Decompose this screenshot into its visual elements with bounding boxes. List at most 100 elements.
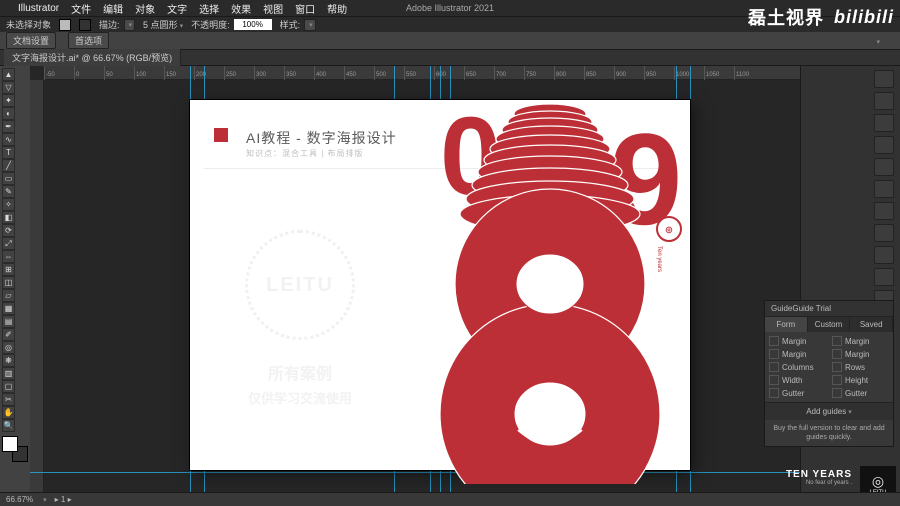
- ruler-tick: 1050: [704, 66, 734, 80]
- guideguide-tab-custom[interactable]: Custom: [808, 317, 851, 332]
- eraser-tool[interactable]: ◧: [2, 211, 15, 224]
- mesh-tool[interactable]: ▦: [2, 302, 15, 315]
- stroke-group: 描边:: [99, 18, 135, 31]
- field-icon: [769, 336, 779, 346]
- document-tab[interactable]: 文字海报设计.ai* @ 66.67% (RGB/预览): [4, 49, 181, 66]
- menu-edit[interactable]: 编辑: [103, 1, 123, 16]
- blend-tool[interactable]: ◎: [2, 341, 15, 354]
- layers-panel-icon[interactable]: [874, 92, 894, 110]
- stroke-weight-menu[interactable]: [124, 19, 136, 31]
- document-setup-button[interactable]: 文档设置: [6, 32, 56, 49]
- guideguide-field[interactable]: Width: [769, 375, 826, 385]
- stroke-panel-icon[interactable]: [874, 224, 894, 242]
- guideguide-tab-saved[interactable]: Saved: [850, 317, 893, 332]
- guideguide-field[interactable]: Rows: [832, 362, 889, 372]
- paintbrush-tool[interactable]: ✎: [2, 185, 15, 198]
- guideguide-field[interactable]: Columns: [769, 362, 826, 372]
- brushes-panel-icon[interactable]: [874, 180, 894, 198]
- guideguide-field[interactable]: Margin: [769, 349, 826, 359]
- slice-tool[interactable]: ✂: [2, 393, 15, 406]
- align-menu[interactable]: [874, 36, 880, 46]
- zoom-level[interactable]: 66.67%: [6, 495, 33, 504]
- ruler-tick: 200: [194, 66, 224, 80]
- hand-tool[interactable]: ✋: [2, 406, 15, 419]
- menu-window[interactable]: 窗口: [295, 1, 315, 16]
- toolbox: ▲ ▽ ✦ ◐ ✒ ∿ T ╱ ▭ ✎ ✧ ◧ ⟳ ⤢ ⇔ ⊞ ◫ ▱ ▦ ▤ …: [0, 66, 30, 492]
- field-label: Margin: [782, 337, 806, 346]
- gradient-panel-icon[interactable]: [874, 246, 894, 264]
- guideguide-field[interactable]: Gutter: [769, 388, 826, 398]
- swatches-panel-icon[interactable]: [874, 158, 894, 176]
- stroke-swatch[interactable]: [79, 19, 91, 31]
- guideguide-field[interactable]: Height: [832, 375, 889, 385]
- menu-file[interactable]: 文件: [71, 1, 91, 16]
- fill-stroke-swatches[interactable]: [2, 436, 28, 462]
- curvature-tool[interactable]: ∿: [2, 133, 15, 146]
- ruler-tick: 850: [584, 66, 614, 80]
- properties-panel-icon[interactable]: [874, 70, 894, 88]
- type-tool[interactable]: T: [2, 146, 15, 159]
- opacity-input[interactable]: [234, 19, 272, 30]
- transparency-panel-icon[interactable]: [874, 268, 894, 286]
- status-bar: 66.67% ▸ 1 ▸: [0, 492, 900, 506]
- eyedropper-tool[interactable]: ✐: [2, 328, 15, 341]
- perspective-tool[interactable]: ▱: [2, 289, 15, 302]
- zoom-menu[interactable]: [41, 495, 47, 504]
- line-tool[interactable]: ╱: [2, 159, 15, 172]
- magic-wand-tool[interactable]: ✦: [2, 94, 15, 107]
- fill-color[interactable]: [2, 436, 18, 452]
- color-panel-icon[interactable]: [874, 136, 894, 154]
- ruler-vertical[interactable]: [30, 80, 44, 492]
- canvas[interactable]: -500501001502002503003504004505005506006…: [30, 66, 800, 492]
- guideguide-field[interactable]: Gutter: [832, 388, 889, 398]
- menu-type[interactable]: 文字: [167, 1, 187, 16]
- zoom-tool[interactable]: 🔍: [2, 419, 15, 432]
- menu-help[interactable]: 帮助: [327, 1, 347, 16]
- opacity-label: 不透明度:: [191, 18, 230, 31]
- symbol-sprayer-tool[interactable]: ❋: [2, 354, 15, 367]
- lasso-tool[interactable]: ◐: [2, 107, 15, 120]
- ruler-tick: 800: [554, 66, 584, 80]
- menu-object[interactable]: 对象: [135, 1, 155, 16]
- scale-tool[interactable]: ⤢: [2, 237, 15, 250]
- guideguide-title[interactable]: GuideGuide Trial: [765, 301, 893, 317]
- fill-swatch[interactable]: [59, 19, 71, 31]
- shape-builder-tool[interactable]: ◫: [2, 276, 15, 289]
- app-menu-name[interactable]: Illustrator: [18, 3, 59, 14]
- number-blend-artwork[interactable]: 0 9: [400, 94, 730, 484]
- laurel-badge-icon: LEITU: [245, 230, 355, 340]
- width-tool[interactable]: ⇔: [2, 250, 15, 263]
- preferences-button[interactable]: 首选项: [68, 32, 109, 49]
- pen-tool[interactable]: ✒: [2, 120, 15, 133]
- guideguide-field[interactable]: Margin: [832, 349, 889, 359]
- direct-selection-tool[interactable]: ▽: [2, 81, 15, 94]
- menu-select[interactable]: 选择: [199, 1, 219, 16]
- menu-view[interactable]: 视图: [263, 1, 283, 16]
- ruler-tick: 50: [104, 66, 134, 80]
- guideguide-field[interactable]: Margin: [832, 336, 889, 346]
- rectangle-tool[interactable]: ▭: [2, 172, 15, 185]
- shaper-tool[interactable]: ✧: [2, 198, 15, 211]
- guideguide-field[interactable]: Margin: [769, 336, 826, 346]
- field-label: Gutter: [782, 389, 804, 398]
- column-graph-tool[interactable]: ▥: [2, 367, 15, 380]
- artboard-nav[interactable]: ▸ 1 ▸: [55, 495, 72, 504]
- symbols-panel-icon[interactable]: [874, 202, 894, 220]
- guideguide-panel[interactable]: GuideGuide Trial Form Custom Saved Margi…: [764, 300, 894, 447]
- gradient-tool[interactable]: ▤: [2, 315, 15, 328]
- artboard[interactable]: AI教程 - 数字海报设计 知识点：混合工具 | 布局排版 LEITU 所有案例…: [190, 100, 690, 470]
- selection-tool[interactable]: ▲: [2, 68, 15, 81]
- brush-preset[interactable]: 5 点圆形: [143, 18, 183, 31]
- rotate-tool[interactable]: ⟳: [2, 224, 15, 237]
- menu-effect[interactable]: 效果: [231, 1, 251, 16]
- libraries-panel-icon[interactable]: [874, 114, 894, 132]
- field-icon: [832, 375, 842, 385]
- guideguide-tab-form[interactable]: Form: [765, 317, 808, 332]
- style-menu[interactable]: [304, 19, 316, 31]
- field-label: Margin: [782, 350, 806, 359]
- ruler-horizontal[interactable]: -500501001502002503003504004505005506006…: [44, 66, 800, 80]
- guideguide-add-guides-button[interactable]: Add guides: [765, 402, 893, 420]
- free-transform-tool[interactable]: ⊞: [2, 263, 15, 276]
- artboard-tool[interactable]: ▢: [2, 380, 15, 393]
- field-icon: [832, 349, 842, 359]
